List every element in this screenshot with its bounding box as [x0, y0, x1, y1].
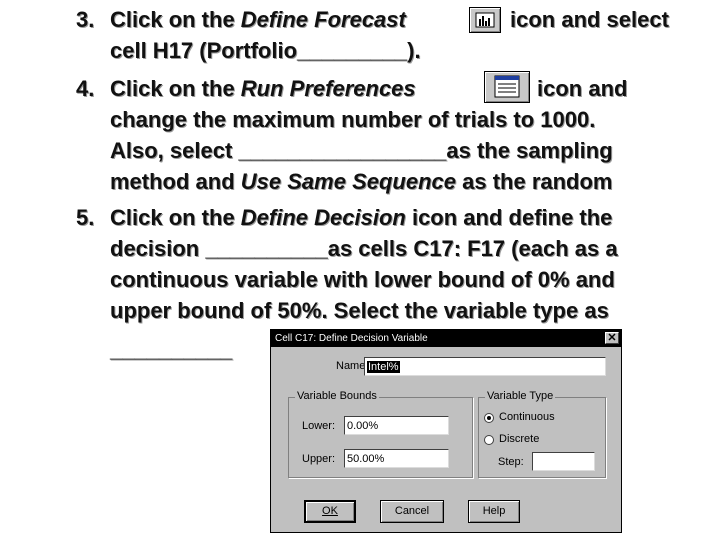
step-text: change the maximum number of trials to 1… — [110, 107, 596, 132]
step-4-line-3: Also, select _________________as the sam… — [0, 136, 720, 166]
bar-chart-icon[interactable] — [469, 7, 501, 33]
step-text: method and Use Same Sequence as the rand… — [110, 167, 613, 197]
continuous-radio[interactable] — [484, 413, 494, 423]
dialog-title: Cell C17: Define Decision Variable — [275, 333, 428, 344]
preferences-list-icon-graphic — [494, 75, 520, 98]
text-run: Click on the — [110, 205, 241, 230]
continuous-label[interactable]: Continuous — [499, 411, 555, 423]
step-text: __________ — [110, 337, 233, 362]
step-text: Click on the Run Preferences — [110, 74, 416, 104]
discrete-label[interactable]: Discrete — [499, 433, 539, 445]
step-5-line-3: continuous variable with lower bound of … — [0, 265, 720, 295]
define-decision-text: Define Decision — [240, 205, 406, 230]
step-4-line-1: 4. Click on the Run Preferences icon and — [0, 74, 720, 104]
discrete-radio[interactable] — [484, 435, 494, 445]
define-forecast-text: Define Forecast — [240, 7, 406, 32]
cancel-button[interactable]: Cancel — [380, 500, 444, 523]
step-text: Click on the Define Forecast — [110, 5, 406, 35]
step-text: decision __________as cells C17: F17 (ea… — [110, 236, 618, 261]
step-number: 3. — [76, 7, 95, 32]
text-run: Click on the — [110, 7, 241, 32]
ok-button[interactable]: OK — [304, 500, 356, 523]
upper-bound-input[interactable]: 50.00% — [344, 449, 449, 468]
step-number: 4. — [76, 76, 95, 101]
lower-bound-value: 0.00% — [347, 420, 379, 432]
step-4-line-2: change the maximum number of trials to 1… — [0, 105, 720, 135]
text-run: icon and select — [510, 7, 669, 32]
run-preferences-text: Run Preferences — [240, 76, 416, 101]
step-text: cell H17 (Portfolio_________). — [110, 38, 421, 63]
ok-label: OK — [322, 505, 338, 517]
lower-label: Lower: — [302, 420, 336, 432]
use-same-sequence-text: Use Same Sequence — [240, 169, 457, 194]
step-text: upper bound of 50%. Select the variable … — [110, 298, 609, 323]
step-4-line-4: method and Use Same Sequence as the rand… — [0, 167, 720, 197]
close-button[interactable]: ✕ — [605, 332, 619, 344]
dialog-title-bar: Cell C17: Define Decision Variable ✕ — [271, 330, 621, 347]
text-run: Click on the — [110, 76, 241, 101]
step-text: continuous variable with lower bound of … — [110, 267, 615, 292]
cancel-label: Cancel — [394, 505, 430, 517]
step-3-line-2: cell H17 (Portfolio_________). — [0, 36, 720, 66]
step-text: Also, select _________________as the sam… — [110, 138, 613, 163]
name-value: Intel% — [367, 361, 400, 373]
step-input[interactable] — [532, 452, 595, 471]
upper-bound-value: 50.00% — [347, 453, 385, 465]
text-run: as the random — [456, 169, 613, 194]
step-text: Click on the Define Decision icon and de… — [110, 203, 612, 233]
name-input[interactable]: Intel% — [364, 357, 606, 376]
step-5-line-4: upper bound of 50%. Select the variable … — [0, 296, 720, 326]
lower-bound-input[interactable]: 0.00% — [344, 416, 449, 435]
step-5-line-1: 5. Click on the Define Decision icon and… — [0, 203, 720, 233]
text-run: method and — [110, 169, 241, 194]
variable-type-title: Variable Type — [485, 390, 556, 402]
bar-chart-icon-graphic — [475, 12, 495, 28]
variable-bounds-title: Variable Bounds — [295, 390, 379, 402]
help-button[interactable]: Help — [468, 500, 520, 523]
step-5-line-2: decision __________as cells C17: F17 (ea… — [0, 234, 720, 264]
text-run: icon and define the — [405, 205, 613, 230]
step-5-line-5: __________ — [0, 335, 270, 365]
step-3-line-1: 3. Click on the Define Forecast icon and… — [0, 5, 720, 35]
step-number: 5. — [76, 205, 95, 230]
define-decision-variable-dialog: Cell C17: Define Decision Variable ✕ Nam… — [270, 329, 622, 533]
text-run: icon and — [537, 76, 628, 101]
preferences-list-icon[interactable] — [484, 71, 530, 103]
help-label: Help — [482, 505, 506, 517]
step-label: Step: — [498, 456, 524, 468]
close-icon: ✕ — [607, 332, 617, 344]
upper-label: Upper: — [302, 453, 336, 465]
